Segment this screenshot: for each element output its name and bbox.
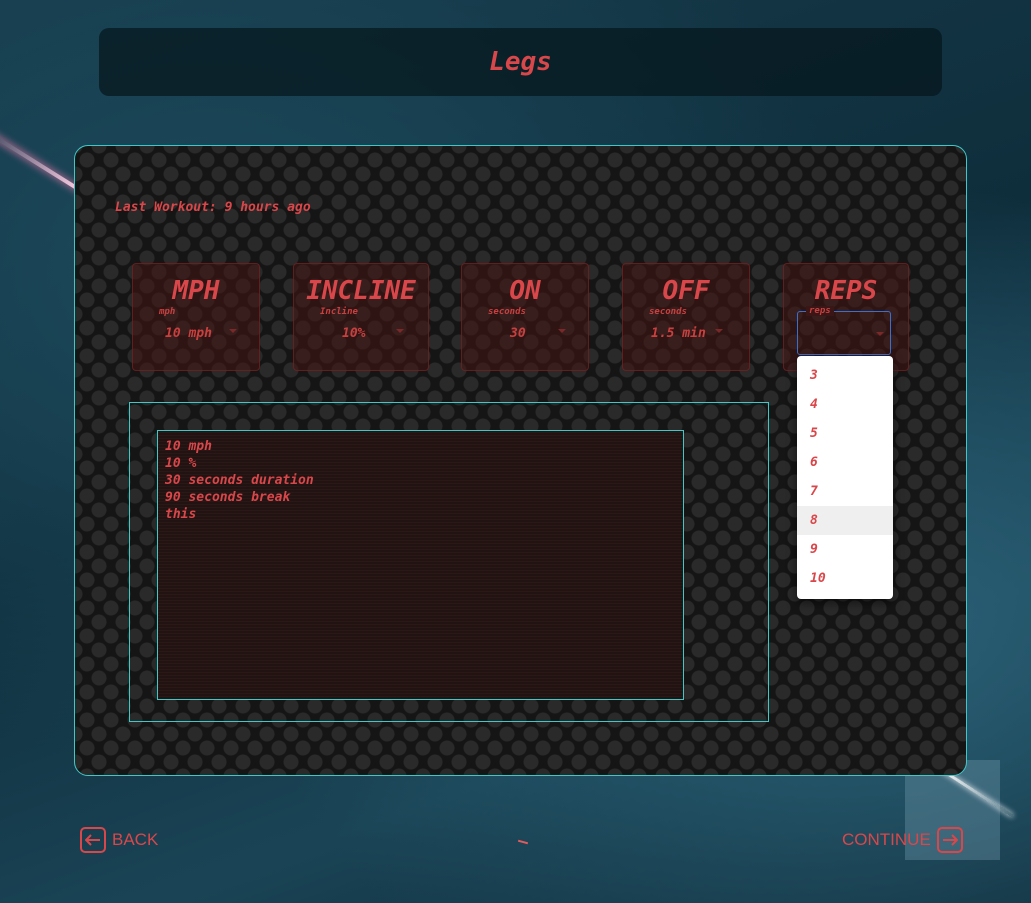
dropdown-option[interactable]: 3 [797,361,893,390]
notes-container: 10 mph 10 % 30 seconds duration 90 secon… [129,402,769,722]
last-workout-text: Last Workout: 9 hours ago [115,200,311,215]
incline-field-label: Incline [320,307,358,317]
mph-card: MPH mph 10 mph [132,263,260,371]
reps-title: REPS [814,276,878,306]
continue-label: CONTINUE [842,830,931,849]
mph-select[interactable]: 10 mph [165,326,237,344]
mph-field-label: mph [159,307,176,317]
dropdown-option[interactable]: 9 [797,535,893,564]
background-mark [517,839,529,845]
notes-line: 10 % [165,456,197,471]
back-label: BACK [112,830,159,849]
arrow-right-icon [936,827,963,853]
off-select[interactable]: 1.5 min [651,326,723,344]
incline-card: INCLINE Incline 10% [293,263,429,371]
notes-line: this [165,507,197,522]
dropdown-option[interactable]: 4 [797,390,893,419]
on-title: ON [509,276,541,306]
mph-title: MPH [172,276,220,306]
dropdown-option[interactable]: 10 [797,564,893,593]
on-field-label: seconds [488,307,526,317]
incline-select[interactable]: 10% [342,326,404,344]
continue-button[interactable]: CONTINUE [842,826,963,854]
notes-textarea[interactable]: 10 mph 10 % 30 seconds duration 90 secon… [157,430,684,700]
title-bar: Legs [99,28,942,96]
chevron-down-icon [715,329,723,333]
chevron-down-icon [396,329,404,333]
notes-line: 30 seconds duration [165,473,314,488]
notes-line: 10 mph [165,439,212,454]
reps-select[interactable]: reps [797,306,891,355]
on-card: ON seconds 30 [461,263,589,371]
chevron-down-icon [558,329,566,333]
arrow-left-icon [80,827,106,853]
chevron-down-icon [876,332,884,336]
on-select[interactable]: 30 [510,326,566,344]
dropdown-option[interactable]: 5 [797,419,893,448]
background-light-streak [0,131,83,193]
chevron-down-icon [229,329,237,333]
on-select-value: 30 [510,326,526,341]
off-field-label: seconds [649,307,687,317]
reps-field-label: reps [806,306,834,316]
incline-select-value: 10% [342,326,366,341]
incline-title: INCLINE [306,276,416,306]
off-card: OFF seconds 1.5 min [622,263,750,371]
dropdown-option-highlighted[interactable]: 8 [797,506,893,535]
page-title: Legs [489,47,552,77]
dropdown-option[interactable]: 7 [797,477,893,506]
off-title: OFF [662,276,710,306]
dropdown-option[interactable]: 6 [797,448,893,477]
reps-dropdown-menu: 3 4 5 6 7 8 9 10 [797,356,893,599]
mph-select-value: 10 mph [165,326,212,341]
back-button[interactable]: BACK [80,826,158,854]
off-select-value: 1.5 min [651,326,706,341]
notes-line: 90 seconds break [165,490,291,505]
